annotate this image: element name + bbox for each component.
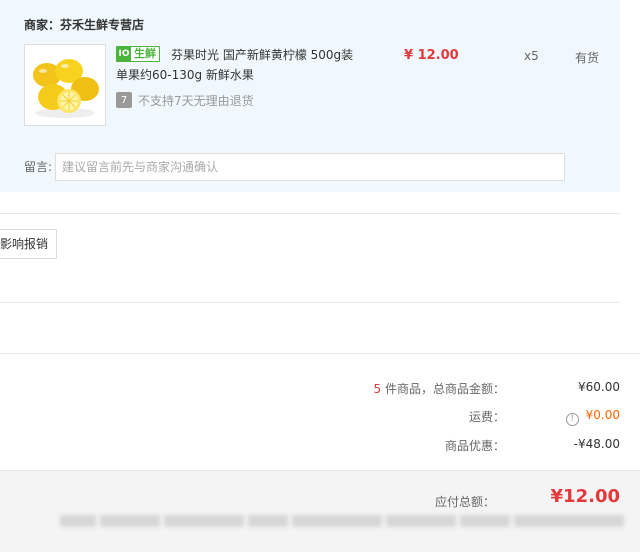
product-title[interactable]: 芬果时光 国产新鲜黄柠檬 500g装 单果约60-130g 新鲜水果 [116, 45, 366, 85]
product-price: ¥ 12.00 [404, 48, 459, 63]
message-input[interactable] [55, 153, 565, 181]
divider [0, 213, 620, 214]
product-thumbnail[interactable] [24, 44, 106, 126]
goods-count-suffix: 件商品，总商品金额： [381, 382, 505, 396]
total-bar: 应付总额： ¥12.00 [0, 470, 640, 552]
shop-panel: 商家：芬禾生鲜专营店 IO 生鲜 芬果时光 国产新鲜黄柠檬 500g装 单果约6… [0, 0, 620, 192]
shop-name[interactable]: 商家：芬禾生鲜专营店 [24, 16, 144, 33]
goods-count-label: 5 件商品，总商品金额： [374, 380, 505, 397]
divider [0, 302, 620, 303]
invoice-button[interactable]: 影响报销 [0, 229, 57, 259]
stock-status: 有货 [575, 51, 600, 65]
goods-total-value: ¥60.00 [578, 380, 620, 394]
lemon-image [33, 59, 99, 118]
return-policy-text: 不支持7天无理由退货 [138, 94, 254, 108]
freight-label: 运费： [468, 410, 505, 424]
freight-value-wrap: ! ¥0.00 [565, 408, 620, 426]
total-value: ¥12.00 [550, 486, 620, 507]
message-label: 留言: [24, 160, 53, 174]
info-icon[interactable]: ! [565, 413, 579, 426]
divider [0, 353, 640, 354]
freight-value: ¥0.00 [585, 408, 620, 422]
total-label: 应付总额： [434, 495, 495, 509]
product-quantity: x5 [524, 49, 539, 63]
blurred-address-strip [60, 515, 625, 529]
discount-label: 商品优惠： [444, 439, 505, 453]
return-policy-icon: 7 [116, 92, 132, 108]
discount-value: -¥48.00 [573, 437, 620, 451]
